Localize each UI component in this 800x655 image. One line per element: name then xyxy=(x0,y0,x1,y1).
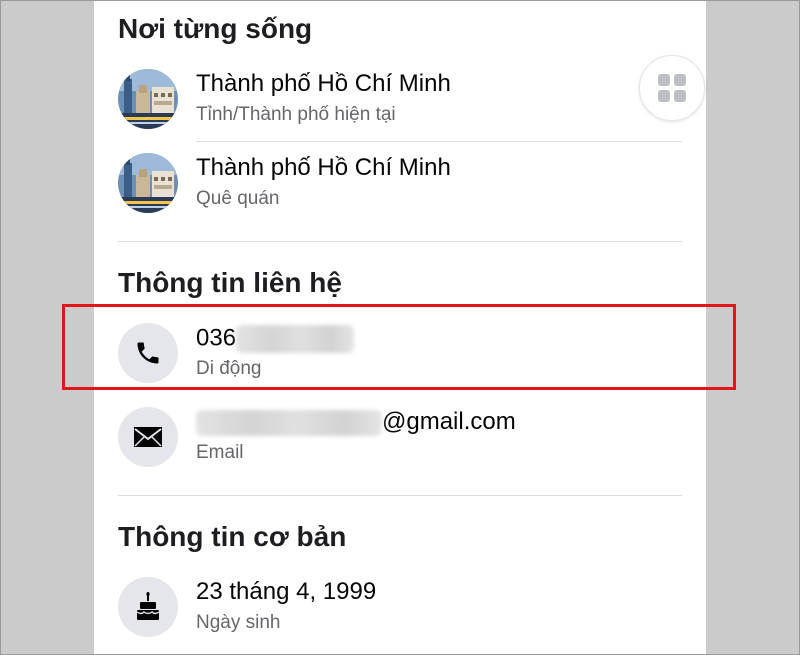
section-divider xyxy=(118,241,682,242)
city-photo-avatar xyxy=(118,153,178,213)
section-divider xyxy=(118,495,682,496)
section-title-lived: Nơi từng sống xyxy=(118,13,313,44)
envelope-icon xyxy=(118,407,178,467)
birthday-label: Ngày sinh xyxy=(196,612,281,633)
section-title-contact: Thông tin liên hệ xyxy=(118,267,342,298)
birthday-date: 23 tháng 4, 1999 xyxy=(196,578,377,605)
email-label: Email xyxy=(196,442,244,463)
birthday-cake-icon xyxy=(118,577,178,637)
grid-icon xyxy=(658,74,686,102)
highlight-box-phone xyxy=(62,304,736,390)
lived-item-current-city[interactable]: Thành phố Hồ Chí Minh Tỉnh/Thành phố hiệ… xyxy=(118,69,682,139)
screenshot-frame: Nơi từng sống Thành phố Hồ Chí Minh Tỉnh… xyxy=(0,0,800,655)
hometown-name: Thành phố Hồ Chí Minh xyxy=(196,154,451,181)
email-redacted xyxy=(196,409,382,436)
city-photo-avatar xyxy=(118,69,178,129)
current-city-label: Tỉnh/Thành phố hiện tại xyxy=(196,104,396,125)
current-city-name: Thành phố Hồ Chí Minh xyxy=(196,70,451,97)
basic-item-birthday[interactable]: 23 tháng 4, 1999 Ngày sinh xyxy=(118,577,682,647)
divider xyxy=(196,141,682,142)
email-domain: @gmail.com xyxy=(382,408,516,435)
section-title-basic: Thông tin cơ bản xyxy=(118,521,347,552)
hometown-label: Quê quán xyxy=(196,188,280,209)
grid-menu-button[interactable] xyxy=(639,55,705,121)
lived-item-hometown[interactable]: Thành phố Hồ Chí Minh Quê quán xyxy=(118,153,682,223)
contact-item-email[interactable]: @gmail.com Email xyxy=(118,407,682,477)
email-address: @gmail.com xyxy=(196,408,516,436)
